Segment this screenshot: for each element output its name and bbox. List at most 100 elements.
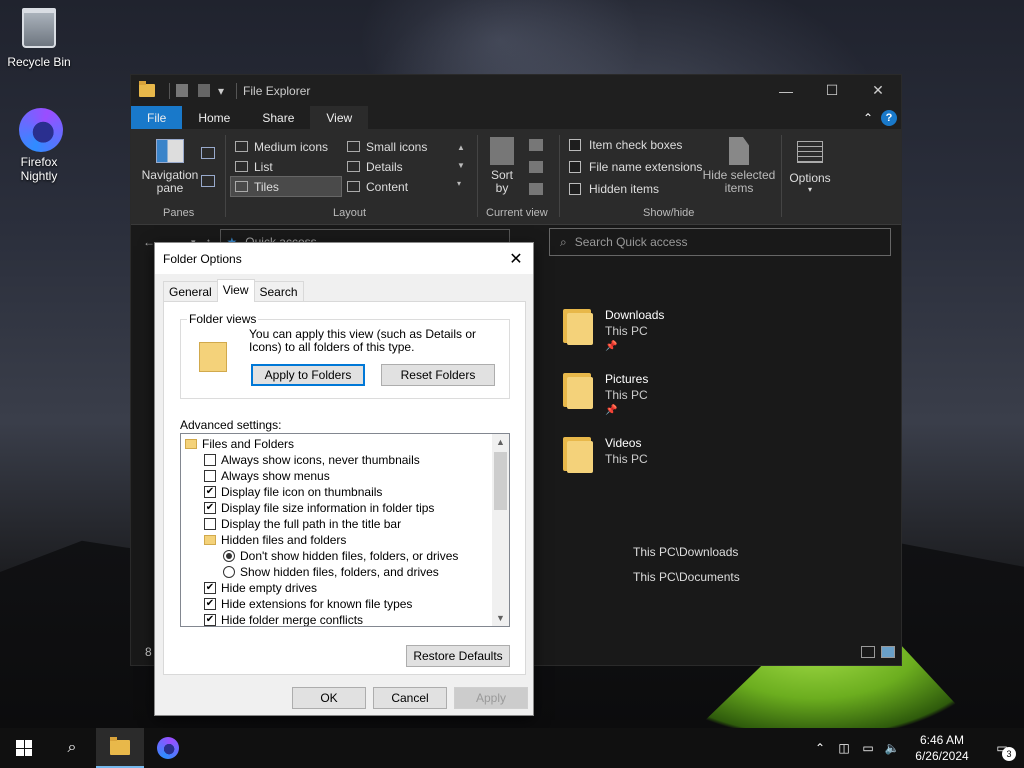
checkbox[interactable]: ✔ — [204, 598, 216, 610]
radio-button[interactable] — [223, 566, 235, 578]
restore-defaults-button[interactable]: Restore Defaults — [406, 645, 510, 667]
setting-row[interactable]: Don't show hidden files, folders, or dri… — [185, 548, 509, 564]
folder-icon — [204, 535, 216, 545]
tree-scrollbar[interactable]: ▲ ▼ — [492, 434, 509, 626]
action-center-button[interactable]: ▭ 3 — [980, 741, 1024, 761]
item-location: This PC — [605, 324, 648, 338]
ribbon-tabs: File Home Share View ⌃ ? — [131, 106, 901, 129]
close-button[interactable]: ✕ — [855, 75, 901, 106]
setting-row[interactable]: Display the full path in the title bar — [185, 516, 509, 532]
radio-button[interactable] — [223, 550, 235, 562]
dialog-close-button[interactable]: ✕ — [499, 249, 533, 269]
setting-label: Always show menus — [221, 469, 330, 483]
add-columns-icon[interactable] — [529, 161, 543, 173]
checkbox[interactable]: ✔ — [204, 614, 216, 626]
apply-to-folders-button[interactable]: Apply to Folders — [251, 364, 365, 386]
details-view-icon[interactable] — [861, 646, 875, 658]
size-columns-icon[interactable] — [529, 183, 543, 195]
file-name-extensions-toggle[interactable]: File name extensions — [569, 160, 702, 174]
tab-view[interactable]: View — [310, 106, 369, 129]
scroll-down-icon[interactable]: ▼ — [492, 610, 509, 626]
quick-access-item-pictures[interactable]: Pictures This PC 📌 — [561, 371, 648, 419]
search-input[interactable]: ⌕ Search Quick access — [549, 228, 891, 256]
setting-row[interactable]: Always show icons, never thumbnails — [185, 452, 509, 468]
volume-muted-icon[interactable]: 🔈 — [880, 741, 904, 755]
recent-file-path[interactable]: This PC\Downloads — [633, 545, 738, 559]
start-button[interactable] — [0, 728, 48, 768]
collapse-ribbon-icon[interactable]: ⌃ — [863, 111, 873, 125]
setting-row[interactable]: ✔ Hide folder merge conflicts — [185, 612, 509, 626]
chevron-up-icon[interactable]: ⌃ — [808, 741, 832, 755]
folder-icon — [139, 81, 155, 97]
layout-scroll-icon[interactable]: ▲ ▼ ▾ — [457, 139, 465, 193]
scrollbar-thumb[interactable] — [494, 452, 507, 510]
layout-small-icons[interactable]: Small icons — [343, 137, 453, 156]
setting-row[interactable]: ✔ Display file icon on thumbnails — [185, 484, 509, 500]
clock[interactable]: 6:46 AM 6/26/2024 — [904, 732, 980, 764]
setting-row[interactable]: ✔ Hide extensions for known file types — [185, 596, 509, 612]
sort-by-button[interactable]: Sort by — [487, 137, 517, 195]
layout-medium-icons[interactable]: Medium icons — [231, 137, 341, 156]
setting-row[interactable]: ✔ Hide empty drives — [185, 580, 509, 596]
help-icon[interactable]: ? — [881, 109, 897, 126]
tab-share[interactable]: Share — [246, 106, 310, 129]
minimize-button[interactable]: — — [763, 75, 809, 106]
taskbar-file-explorer[interactable] — [96, 728, 144, 768]
hidden-items-toggle[interactable]: Hidden items — [569, 182, 659, 196]
checkbox[interactable]: ✔ — [204, 502, 216, 514]
setting-row[interactable]: Show hidden files, folders, and drives — [185, 564, 509, 580]
tab-general[interactable]: General — [163, 281, 218, 302]
navigation-pane-button[interactable]: Navigation pane — [141, 139, 199, 195]
setting-row: Files and Folders — [185, 436, 509, 452]
options-button[interactable]: Options ▾ — [787, 141, 833, 194]
item-check-boxes-toggle[interactable]: Item check boxes — [569, 138, 682, 152]
network-icon[interactable]: ▭ — [856, 741, 880, 755]
pictures-folder-icon — [561, 371, 595, 411]
file-explorer-icon — [110, 736, 130, 755]
scroll-up-icon[interactable]: ▲ — [492, 434, 509, 450]
tab-file[interactable]: File — [131, 106, 183, 129]
checkbox[interactable] — [204, 454, 216, 466]
apply-button[interactable]: Apply — [454, 687, 528, 709]
ribbon-view: Navigation pane Panes Medium icons Small… — [131, 129, 901, 225]
advanced-settings-tree[interactable]: Files and Folders Always show icons, neve… — [180, 433, 510, 627]
taskbar-firefox-nightly[interactable] — [144, 728, 192, 768]
search-icon: ⌕ — [560, 234, 567, 249]
checkbox[interactable] — [204, 470, 216, 482]
cancel-button[interactable]: Cancel — [373, 687, 447, 709]
preview-pane-icon[interactable] — [201, 147, 215, 159]
large-icons-view-icon[interactable] — [881, 646, 895, 658]
layout-tiles[interactable]: Tiles — [230, 176, 342, 197]
details-pane-icon[interactable] — [201, 175, 215, 187]
properties-icon[interactable] — [176, 84, 188, 97]
item-name: Downloads — [605, 308, 665, 322]
navigation-pane-label: Navigation pane — [141, 168, 199, 195]
recent-file-path[interactable]: This PC\Documents — [633, 570, 740, 584]
maximize-button[interactable]: ☐ — [809, 75, 855, 106]
desktop-icon-recycle-bin[interactable]: Recycle Bin — [1, 8, 77, 69]
checkbox[interactable]: ✔ — [204, 582, 216, 594]
tab-view[interactable]: View — [216, 279, 255, 302]
new-folder-icon[interactable] — [198, 84, 210, 97]
quick-access-item-videos[interactable]: Videos This PC — [561, 435, 648, 475]
checkbox[interactable] — [204, 518, 216, 530]
layout-list[interactable]: List — [231, 157, 341, 176]
tab-search[interactable]: Search — [253, 281, 304, 302]
search-button[interactable]: ⌕ — [48, 728, 96, 768]
ok-button[interactable]: OK — [292, 687, 366, 709]
setting-row[interactable]: Always show menus — [185, 468, 509, 484]
desktop-icon-firefox-nightly[interactable]: Firefox Nightly — [1, 108, 77, 183]
quick-access-item-downloads[interactable]: Downloads This PC 📌 — [561, 307, 664, 355]
tab-home[interactable]: Home — [182, 106, 246, 129]
layout-content[interactable]: Content — [343, 177, 453, 196]
setting-row[interactable]: ✔ Display file size information in folder… — [185, 500, 509, 516]
reset-folders-button[interactable]: Reset Folders — [381, 364, 495, 386]
hide-selected-items-button[interactable]: Hide selected items — [701, 137, 777, 195]
group-by-icon[interactable] — [529, 139, 543, 151]
checkbox[interactable]: ✔ — [204, 486, 216, 498]
explorer-titlebar: ▾ File Explorer — ☐ ✕ — [131, 75, 901, 106]
meet-now-icon[interactable]: ◫ — [832, 741, 856, 755]
layout-details[interactable]: Details — [343, 157, 453, 176]
customize-qat-icon[interactable]: ▾ — [218, 84, 224, 98]
windows-logo-icon — [16, 740, 32, 756]
